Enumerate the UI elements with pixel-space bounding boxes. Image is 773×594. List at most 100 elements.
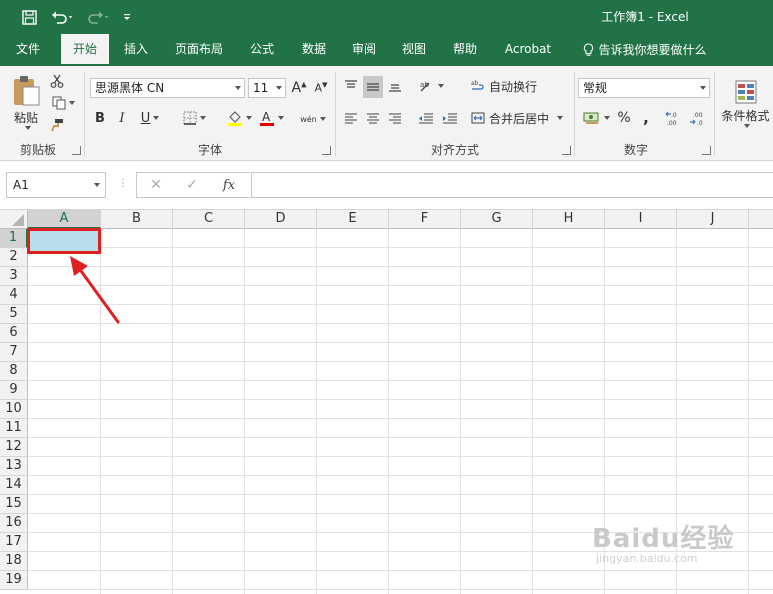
select-all-button[interactable]: [0, 210, 28, 229]
wrap-text-button[interactable]: ab 自动换行: [471, 76, 557, 96]
column-header-j[interactable]: J: [677, 210, 749, 229]
merge-center-button[interactable]: 合并后居中: [471, 108, 567, 128]
conditional-formatting-label: 条件格式: [721, 108, 770, 123]
formula-bar-splitter[interactable]: ⋮: [118, 177, 128, 191]
row-header-19[interactable]: 19: [0, 571, 28, 590]
row-header-6[interactable]: 6: [0, 324, 28, 343]
number-dialog-launcher[interactable]: [702, 146, 711, 155]
row-header-2[interactable]: 2: [0, 248, 28, 267]
column-header-a[interactable]: A: [28, 210, 101, 229]
align-top-button[interactable]: [341, 76, 361, 96]
row-header-3[interactable]: 3: [0, 267, 28, 286]
row-header-4[interactable]: 4: [0, 286, 28, 305]
row-header-13[interactable]: 13: [0, 457, 28, 476]
row-header-7[interactable]: 7: [0, 343, 28, 362]
conditional-formatting-button[interactable]: 条件格式: [718, 70, 773, 136]
font-dialog-launcher[interactable]: [322, 146, 331, 155]
formula-input[interactable]: [251, 172, 773, 198]
selected-cell-a1[interactable]: [27, 228, 101, 254]
cancel-formula-button[interactable]: ✕: [146, 174, 166, 196]
cut-button[interactable]: [48, 72, 66, 90]
tab-insert[interactable]: 插入: [114, 34, 158, 66]
font-name-select[interactable]: 思源黑体 CN: [90, 78, 245, 98]
row-header-10[interactable]: 10: [0, 400, 28, 419]
customize-quick-access-button[interactable]: [120, 7, 134, 27]
gridline: [28, 418, 773, 419]
tab-review[interactable]: 审阅: [342, 34, 386, 66]
undo-button[interactable]: [48, 7, 78, 27]
row-header-16[interactable]: 16: [0, 514, 28, 533]
redo-button[interactable]: [84, 7, 114, 27]
column-header-d[interactable]: D: [245, 210, 317, 229]
decrease-decimal-button[interactable]: .00.0: [688, 108, 708, 128]
accounting-format-button[interactable]: [580, 108, 612, 128]
paste-button[interactable]: 粘贴: [8, 72, 44, 132]
row-header-11[interactable]: 11: [0, 419, 28, 438]
number-format-select[interactable]: 常规: [578, 78, 710, 98]
paste-icon: [14, 75, 40, 105]
align-center-button[interactable]: [363, 108, 383, 128]
name-box[interactable]: A1: [6, 172, 106, 198]
tab-acrobat[interactable]: Acrobat: [498, 34, 558, 66]
row-header-9[interactable]: 9: [0, 381, 28, 400]
tab-view[interactable]: 视图: [392, 34, 436, 66]
column-header-h[interactable]: H: [533, 210, 605, 229]
column-header-c[interactable]: C: [173, 210, 245, 229]
underline-button[interactable]: U: [136, 108, 164, 128]
insert-function-button[interactable]: fx: [218, 174, 240, 196]
name-box-dropdown[interactable]: [93, 175, 103, 195]
row-header-12[interactable]: 12: [0, 438, 28, 457]
percent-style-button[interactable]: %: [614, 108, 634, 128]
font-name-value: 思源黑体 CN: [95, 81, 165, 95]
bold-button[interactable]: B: [92, 108, 108, 128]
increase-decimal-button[interactable]: .0.00: [664, 108, 684, 128]
phonetic-button[interactable]: wén: [298, 108, 328, 130]
tab-home[interactable]: 开始: [61, 34, 109, 66]
comma-style-button[interactable]: ,: [638, 108, 654, 128]
title-bar: 工作簿1 - Excel: [0, 0, 773, 34]
number-format-value: 常规: [583, 81, 608, 95]
clipboard-dialog-launcher[interactable]: [72, 146, 81, 155]
tell-me-search[interactable]: 告诉我你想要做什么: [575, 34, 715, 66]
decrease-font-size-button[interactable]: A▼: [312, 78, 330, 98]
enter-formula-button[interactable]: ✓: [182, 174, 202, 196]
borders-button[interactable]: [178, 108, 210, 128]
format-painter-button[interactable]: [48, 116, 66, 134]
column-header-b[interactable]: B: [101, 210, 173, 229]
tab-formulas[interactable]: 公式: [240, 34, 284, 66]
copy-button[interactable]: [48, 94, 78, 112]
row-header-15[interactable]: 15: [0, 495, 28, 514]
align-left-button[interactable]: [341, 108, 361, 128]
column-header-g[interactable]: G: [461, 210, 533, 229]
align-middle-button[interactable]: [363, 76, 383, 98]
align-right-button[interactable]: [385, 108, 405, 128]
row-header-8[interactable]: 8: [0, 362, 28, 381]
wrap-text-label: 自动换行: [489, 79, 538, 94]
fill-color-button[interactable]: [222, 108, 256, 128]
font-size-select[interactable]: 11: [248, 78, 286, 98]
column-header-e[interactable]: E: [317, 210, 389, 229]
row-header-5[interactable]: 5: [0, 305, 28, 324]
align-bottom-button[interactable]: [385, 76, 405, 96]
column-header-i[interactable]: I: [605, 210, 677, 229]
gridline: [244, 229, 245, 594]
underline-label: U: [140, 110, 151, 126]
increase-indent-button[interactable]: [440, 108, 460, 128]
alignment-dialog-launcher[interactable]: [562, 146, 571, 155]
column-header-f[interactable]: F: [389, 210, 461, 229]
font-color-button[interactable]: A: [256, 108, 286, 128]
save-button[interactable]: [18, 7, 40, 27]
row-header-18[interactable]: 18: [0, 552, 28, 571]
tab-file[interactable]: 文件: [6, 34, 50, 66]
row-header-14[interactable]: 14: [0, 476, 28, 495]
italic-button[interactable]: I: [114, 108, 130, 128]
tab-help[interactable]: 帮助: [443, 34, 487, 66]
orientation-button[interactable]: ab: [416, 76, 446, 96]
tab-data[interactable]: 数据: [292, 34, 336, 66]
decrease-indent-button[interactable]: [416, 108, 436, 128]
row-header-17[interactable]: 17: [0, 533, 28, 552]
row-header-1[interactable]: 1: [0, 229, 28, 248]
column-header-k[interactable]: [749, 210, 773, 229]
tab-page-layout[interactable]: 页面布局: [166, 34, 232, 66]
increase-font-size-button[interactable]: A▲: [290, 78, 308, 98]
